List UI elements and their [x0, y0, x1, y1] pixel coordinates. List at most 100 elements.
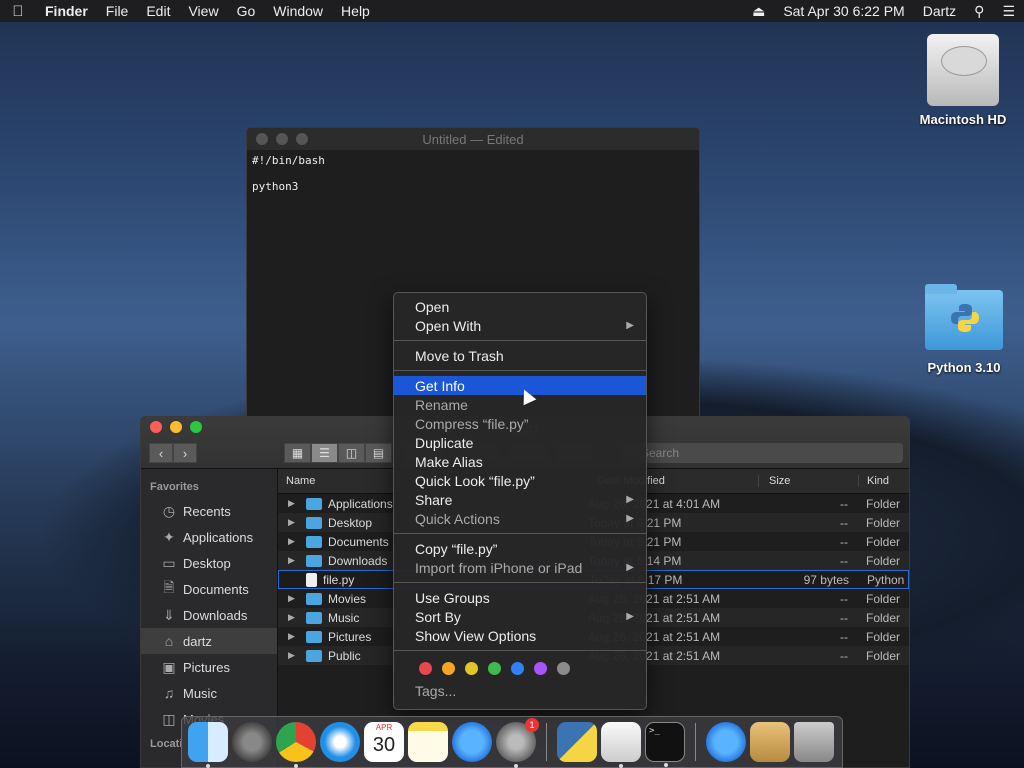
textedit-document[interactable]: #!/bin/bash python3 — [247, 150, 699, 197]
clock[interactable]: Sat Apr 30 6:22 PM — [774, 3, 913, 19]
sidebar-item-pictures[interactable]: ▣ Pictures — [141, 654, 277, 680]
desktop-icon-python[interactable]: Python 3.10 — [914, 284, 1014, 375]
menu-item-make-alias[interactable]: Make Alias — [394, 452, 646, 471]
menu-item-move-to-trash[interactable]: Move to Trash — [394, 346, 646, 365]
row-size: -- — [840, 553, 848, 568]
tag-gray[interactable] — [557, 662, 570, 675]
hard-drive-icon — [927, 34, 999, 106]
icon-view-button[interactable]: ▦ — [284, 443, 311, 463]
dock-python-launcher-icon[interactable] — [557, 722, 597, 762]
dock-terminal-icon[interactable]: >_ — [645, 722, 685, 767]
disclosure-triangle-icon[interactable]: ▶ — [288, 536, 300, 547]
dock-app-store-folder-icon[interactable] — [706, 722, 746, 762]
disclosure-triangle-icon[interactable]: ▶ — [288, 498, 300, 509]
row-name: Desktop — [328, 515, 373, 530]
disclosure-triangle-icon[interactable]: ▶ — [288, 612, 300, 623]
desktop-icon-macintosh-hd[interactable]: Macintosh HD — [908, 34, 1018, 127]
menu-item-open[interactable]: Open — [394, 297, 646, 316]
dock-system-preferences-icon[interactable]: 1 — [496, 718, 539, 768]
dock-archive-utility-icon[interactable] — [750, 722, 790, 762]
folder-icon — [306, 592, 322, 605]
dock-safari-icon[interactable] — [320, 722, 360, 762]
menu-item-use-groups[interactable]: Use Groups — [394, 588, 646, 607]
menu-view[interactable]: View — [179, 3, 227, 19]
notification-center-icon[interactable]: ☰ — [993, 3, 1024, 20]
menu-item-compress[interactable]: Compress “file.py” — [394, 414, 646, 433]
dock-separator — [546, 723, 547, 761]
column-view-button[interactable]: ◫ — [338, 443, 365, 463]
document-icon: 🗎 — [163, 579, 175, 595]
forward-button[interactable]: › — [173, 443, 197, 463]
list-view-button[interactable]: ☰ — [311, 443, 338, 463]
row-size: 97 bytes — [803, 572, 849, 587]
menu-edit[interactable]: Edit — [137, 3, 179, 19]
apple-menu-icon[interactable]:  — [0, 3, 36, 20]
folder-icon — [306, 516, 322, 529]
search-field[interactable]: ⚲ Search — [619, 443, 903, 463]
menu-help[interactable]: Help — [332, 3, 379, 19]
tag-purple[interactable] — [534, 662, 547, 675]
gallery-view-button[interactable]: ▤ — [365, 443, 392, 463]
column-header-kind[interactable]: Kind — [858, 475, 909, 487]
sidebar-item-downloads[interactable]: ⇓ Downloads — [141, 602, 277, 628]
row-name: Public — [328, 648, 361, 663]
tag-blue[interactable] — [511, 662, 524, 675]
disclosure-triangle-icon[interactable]: ▶ — [288, 555, 300, 566]
sidebar-item-recents[interactable]: ◷ Recents — [141, 498, 277, 524]
menu-item-tags[interactable]: Tags... — [394, 681, 646, 700]
dock-finder-icon[interactable] — [188, 722, 228, 768]
menu-item-copy[interactable]: Copy “file.py” — [394, 539, 646, 558]
disclosure-triangle-icon[interactable]: ▶ — [288, 631, 300, 642]
disclosure-triangle-icon[interactable]: ▶ — [288, 650, 300, 661]
menu-item-quick-actions[interactable]: Quick Actions ▶ — [394, 509, 646, 528]
menu-item-duplicate[interactable]: Duplicate — [394, 433, 646, 452]
menu-app-finder[interactable]: Finder — [36, 3, 97, 19]
menu-window[interactable]: Window — [264, 3, 332, 19]
row-name: Downloads — [328, 553, 388, 568]
tag-red[interactable] — [419, 662, 432, 675]
back-button[interactable]: ‹ — [149, 443, 173, 463]
menu-item-show-view-options[interactable]: Show View Options — [394, 626, 646, 645]
folder-icon — [306, 630, 322, 643]
dock-chrome-icon[interactable] — [276, 722, 316, 768]
dock-calendar-icon[interactable]: APR 30 — [364, 722, 404, 762]
sidebar-item-desktop[interactable]: ▭ Desktop — [141, 550, 277, 576]
column-header-size[interactable]: Size — [758, 475, 858, 487]
eject-icon[interactable]: ⏏ — [743, 3, 774, 20]
running-indicator — [664, 763, 668, 767]
sidebar-item-music[interactable]: ♫ Music — [141, 680, 277, 706]
dock-app-store-icon[interactable] — [452, 722, 492, 762]
menu-item-quick-look[interactable]: Quick Look “file.py” — [394, 471, 646, 490]
sidebar-item-label: Downloads — [183, 607, 248, 623]
menu-file[interactable]: File — [97, 3, 138, 19]
submenu-arrow-icon: ▶ — [626, 494, 634, 505]
menu-item-sort-by[interactable]: Sort By ▶ — [394, 607, 646, 626]
menu-item-open-with[interactable]: Open With ▶ — [394, 316, 646, 335]
menu-item-share[interactable]: Share ▶ — [394, 490, 646, 509]
dock-textedit-icon[interactable] — [601, 722, 641, 768]
tag-green[interactable] — [488, 662, 501, 675]
dock-launchpad-icon[interactable] — [232, 722, 272, 762]
menu-item-import-from-iphone[interactable]: Import from iPhone or iPad ▶ — [394, 558, 646, 577]
dock-notes-icon[interactable] — [408, 722, 448, 762]
row-kind: Folder — [866, 591, 901, 606]
textedit-titlebar[interactable]: Untitled — Edited — [247, 128, 699, 150]
row-kind: Python — [867, 572, 905, 587]
folder-icon — [306, 554, 322, 567]
user-menu[interactable]: Dartz — [914, 3, 965, 19]
sidebar-item-label: Documents — [183, 581, 249, 597]
disclosure-triangle-icon[interactable]: ▶ — [288, 593, 300, 604]
context-menu: Open Open With ▶ Move to Trash Get Info R… — [393, 292, 647, 710]
tag-yellow[interactable] — [465, 662, 478, 675]
disclosure-triangle-icon[interactable]: ▶ — [288, 517, 300, 528]
sidebar-item-dartz[interactable]: ⌂ dartz — [141, 628, 277, 654]
sidebar-item-documents[interactable]: 🗎 Documents — [141, 576, 277, 602]
dock-trash-icon[interactable] — [794, 722, 834, 762]
row-size: -- — [840, 591, 848, 606]
sidebar-item-applications[interactable]: ✦ Applications — [141, 524, 277, 550]
menu-go[interactable]: Go — [228, 3, 265, 19]
menu-item-label: Open — [415, 298, 450, 315]
menu-item-label: Import from iPhone or iPad — [415, 559, 583, 576]
tag-orange[interactable] — [442, 662, 455, 675]
spotlight-icon[interactable]: ⚲ — [965, 3, 993, 20]
